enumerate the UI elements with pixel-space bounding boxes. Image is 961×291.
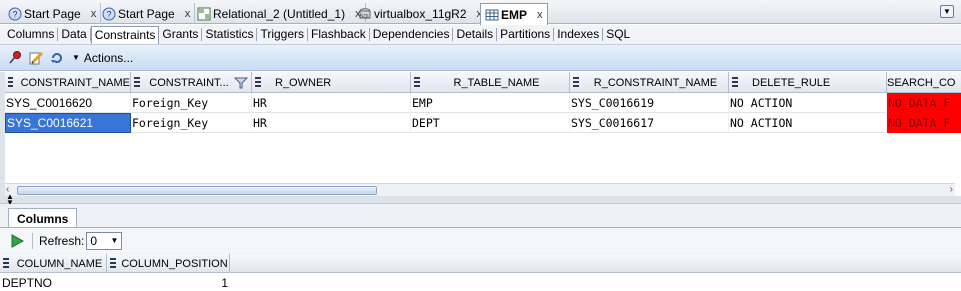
run-icon[interactable] bbox=[10, 233, 24, 248]
divider bbox=[32, 232, 33, 249]
tab-list-dropdown-icon[interactable]: ▼ bbox=[940, 5, 954, 18]
tab-columns[interactable]: Columns bbox=[4, 28, 59, 41]
column-grip-icon bbox=[8, 76, 13, 89]
column-header[interactable]: CONSTRAINT_NAME bbox=[5, 72, 131, 93]
table-cell-selected[interactable]: SYS_C0016621 bbox=[5, 113, 131, 133]
tab-dependencies[interactable]: Dependencies bbox=[370, 28, 454, 41]
column-header[interactable]: CONSTRAINT... bbox=[131, 72, 252, 93]
refresh-icon[interactable] bbox=[49, 50, 65, 66]
table-cell[interactable]: Foreign_Key bbox=[131, 113, 252, 133]
filter-icon[interactable] bbox=[234, 76, 248, 90]
table-icon bbox=[485, 8, 499, 22]
scrollbar-thumb[interactable] bbox=[17, 186, 377, 195]
actions-menu[interactable]: ▼ Actions... bbox=[72, 51, 133, 65]
constraints-toolbar: ▼ Actions... bbox=[0, 45, 961, 71]
tab-data[interactable]: Data bbox=[58, 28, 91, 41]
help-icon: ? bbox=[102, 7, 116, 21]
chevron-down-icon: ▼ bbox=[110, 236, 119, 245]
tab-label: Start Page bbox=[24, 6, 81, 21]
table-cell[interactable]: DEPTNO bbox=[2, 274, 107, 291]
help-icon: ? bbox=[8, 7, 22, 21]
column-grip-icon bbox=[110, 257, 116, 270]
column-grip-icon bbox=[414, 76, 420, 89]
tab-statistics[interactable]: Statistics bbox=[202, 28, 258, 41]
scroll-right-icon[interactable]: › bbox=[950, 184, 953, 195]
table-cell[interactable]: Foreign_Key bbox=[131, 93, 252, 113]
pin-icon[interactable] bbox=[7, 50, 23, 66]
document-tab-bar: ? Start Page x ? Start Page x Relational… bbox=[0, 0, 961, 25]
table-cell[interactable]: EMP bbox=[411, 93, 570, 113]
table-cell[interactable]: NO_DATA_F bbox=[887, 113, 961, 133]
column-grip-icon bbox=[255, 76, 261, 89]
actions-label: Actions... bbox=[83, 50, 134, 65]
tab-start-page-2[interactable]: ? Start Page x bbox=[98, 3, 196, 24]
close-icon[interactable]: x bbox=[91, 8, 97, 20]
columns-grid: COLUMN_NAME COLUMN_POSITION DEPTNO 1 bbox=[0, 254, 961, 290]
svg-text:?: ? bbox=[106, 9, 111, 19]
tab-grants[interactable]: Grants bbox=[159, 28, 203, 41]
column-grip-icon bbox=[732, 76, 738, 89]
tab-constraints[interactable]: Constraints bbox=[90, 25, 160, 44]
column-header[interactable]: R_OWNER bbox=[252, 72, 411, 93]
column-grip-icon bbox=[573, 76, 579, 89]
constraints-grid: CONSTRAINT_NAME CONSTRAINT... R_OWNER R_… bbox=[0, 72, 961, 196]
table-cell[interactable]: HR bbox=[252, 113, 411, 133]
table-cell[interactable]: SYS_C0016620 bbox=[5, 93, 131, 113]
table-cell[interactable]: 1 bbox=[107, 274, 230, 291]
column-grip-icon bbox=[3, 257, 9, 270]
column-header[interactable]: SEARCH_CO bbox=[887, 72, 961, 93]
column-header[interactable]: DELETE_RULE bbox=[729, 72, 887, 93]
tab-flashback[interactable]: Flashback bbox=[308, 28, 370, 41]
horizontal-scrollbar[interactable]: ‹ › bbox=[5, 183, 955, 196]
tab-emp[interactable]: EMP x bbox=[480, 3, 548, 25]
detail-toolbar: Refresh: 0 ▼ bbox=[0, 228, 961, 253]
tab-triggers[interactable]: Triggers bbox=[257, 28, 309, 41]
tab-columns-detail[interactable]: Columns bbox=[8, 208, 78, 228]
grid-header: CONSTRAINT_NAME CONSTRAINT... R_OWNER R_… bbox=[5, 72, 961, 93]
table-cell[interactable]: NO ACTION bbox=[729, 113, 887, 133]
tab-indexes[interactable]: Indexes bbox=[554, 28, 604, 41]
table-cell[interactable]: HR bbox=[252, 93, 411, 113]
edit-icon[interactable] bbox=[28, 50, 44, 66]
table-cell[interactable]: NO_DATA_F bbox=[887, 93, 961, 113]
column-grip-icon bbox=[134, 76, 140, 89]
tab-sql[interactable]: SQL bbox=[603, 28, 633, 41]
tab-label: Start Page bbox=[118, 6, 175, 21]
panel-splitter[interactable]: ▲ ▼ bbox=[0, 193, 961, 207]
tab-partitions[interactable]: Partitions bbox=[497, 28, 555, 41]
tab-relational-model[interactable]: Relational_2 (Untitled_1) x bbox=[193, 3, 366, 24]
tab-sql-connection[interactable]: SQL virtualbox_11gR2 x bbox=[354, 3, 488, 24]
column-header[interactable]: R_TABLE_NAME bbox=[411, 72, 570, 93]
refresh-label: Refresh: bbox=[39, 233, 85, 248]
close-icon[interactable]: x bbox=[185, 8, 191, 20]
relational-model-icon bbox=[197, 7, 211, 21]
table-cell[interactable]: SYS_C0016617 bbox=[570, 113, 729, 133]
tab-details[interactable]: Details bbox=[453, 28, 498, 41]
column-header[interactable]: R_CONSTRAINT_NAME bbox=[570, 72, 729, 93]
column-header[interactable]: COLUMN_POSITION bbox=[107, 254, 230, 273]
table-cell[interactable]: NO ACTION bbox=[729, 93, 887, 113]
tab-start-page-1[interactable]: ? Start Page x bbox=[4, 3, 102, 24]
close-icon[interactable]: x bbox=[537, 9, 543, 21]
column-header[interactable]: COLUMN_NAME bbox=[0, 254, 107, 273]
table-row[interactable]: SYS_C0016620 Foreign_Key HR EMP SYS_C001… bbox=[5, 93, 961, 113]
tab-label: Relational_2 (Untitled_1) bbox=[213, 6, 346, 21]
table-row[interactable]: DEPTNO 1 bbox=[0, 274, 961, 291]
table-cell[interactable]: DEPT bbox=[411, 113, 570, 133]
refresh-value: 0 bbox=[90, 233, 98, 248]
sql-connection-icon: SQL bbox=[358, 7, 372, 21]
table-row[interactable]: SYS_C0016621 Foreign_Key HR DEPT SYS_C00… bbox=[5, 113, 961, 133]
grid-header: COLUMN_NAME COLUMN_POSITION bbox=[0, 254, 961, 273]
refresh-interval-select[interactable]: 0 ▼ bbox=[86, 231, 123, 250]
svg-text:?: ? bbox=[12, 9, 17, 19]
columns-detail-panel: Columns Refresh: 0 ▼ COLUMN_NAME COLUMN_… bbox=[0, 204, 961, 290]
tab-label: EMP bbox=[501, 7, 528, 22]
table-cell[interactable]: SYS_C0016619 bbox=[570, 93, 729, 113]
chevron-down-icon: ▼ bbox=[72, 53, 80, 62]
tab-label: virtualbox_11gR2 bbox=[374, 6, 467, 21]
object-subtabs: Columns Data Constraints Grants Statisti… bbox=[0, 25, 961, 45]
svg-text:SQL: SQL bbox=[360, 14, 370, 20]
